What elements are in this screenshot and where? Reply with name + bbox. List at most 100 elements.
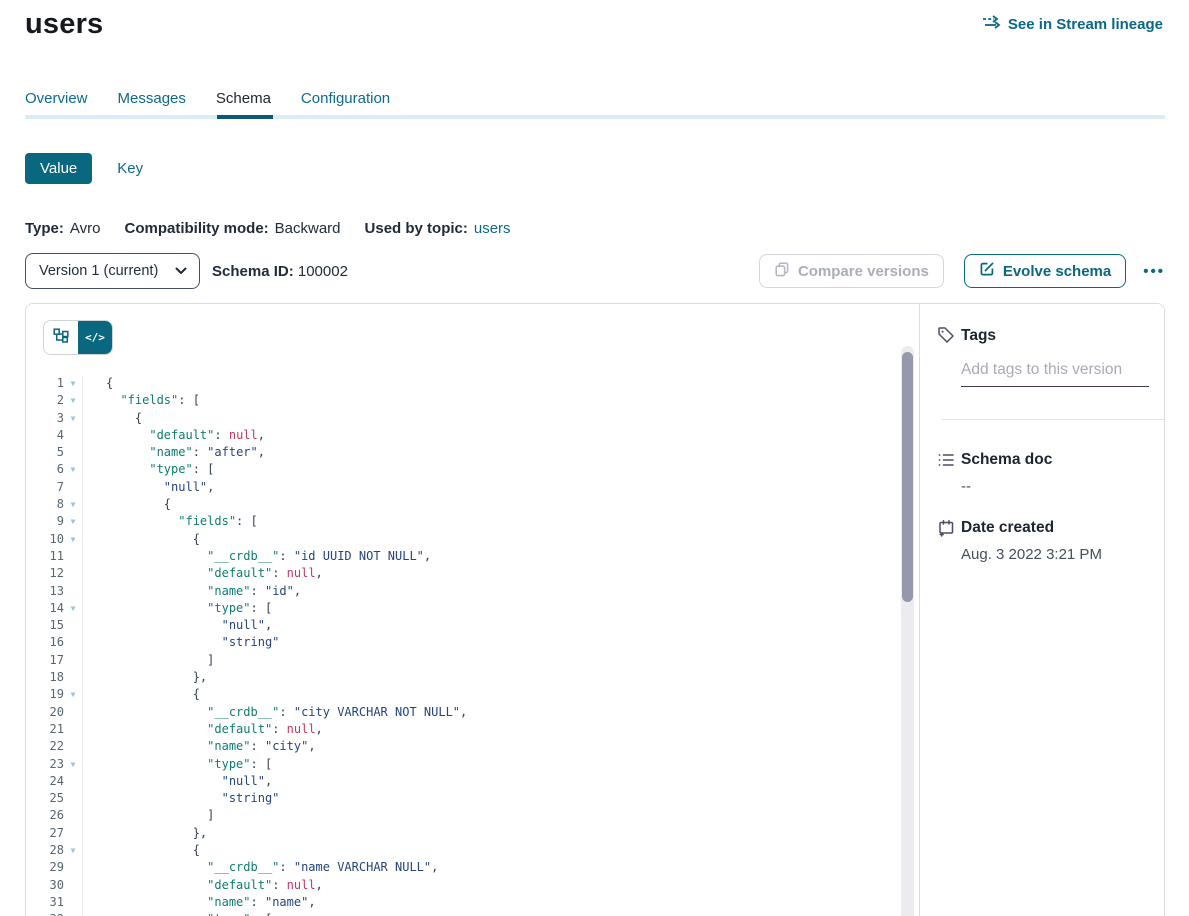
line-number: 21 [26, 721, 64, 738]
compare-versions-button[interactable]: Compare versions [759, 254, 944, 288]
schema-info-sidebar: Tags Schema doc -- [920, 304, 1164, 916]
line-number: 4 [26, 427, 64, 444]
code-line: 31 "name": "name", [26, 894, 899, 911]
fold-toggle-icon[interactable]: ▼ [64, 461, 82, 478]
code-line: 11 "__crdb__": "id UUID NOT NULL", [26, 548, 899, 565]
schema-doc-heading: Schema doc [961, 451, 1052, 469]
see-in-stream-lineage-link[interactable]: See in Stream lineage [982, 15, 1163, 33]
code-line: 17 ] [26, 652, 899, 669]
schema-doc-value: -- [961, 478, 971, 495]
code-lines: 1▼{2▼ "fields": [3▼ {4 "default": null,5… [26, 375, 899, 916]
line-number: 28 [26, 842, 64, 859]
tab-overview[interactable]: Overview [25, 90, 88, 107]
schema-controls-row: Version 1 (current) Schema ID: 100002 Co… [25, 253, 1165, 289]
code-text: "null", [82, 773, 272, 790]
code-line: 30 "default": null, [26, 877, 899, 894]
code-view-button[interactable]: </> [78, 321, 112, 354]
line-number: 20 [26, 704, 64, 721]
fold-toggle-icon[interactable]: ▼ [64, 410, 82, 427]
code-line: 10▼ { [26, 531, 899, 548]
fold-toggle-icon[interactable]: ▼ [64, 911, 82, 916]
fold-toggle-icon[interactable]: ▼ [64, 513, 82, 530]
fold-toggle-icon[interactable]: ▼ [64, 686, 82, 703]
value-toggle-button[interactable]: Value [25, 153, 92, 184]
fold-toggle-icon[interactable]: ▼ [64, 496, 82, 513]
line-number: 25 [26, 790, 64, 807]
type-label: Type: [25, 220, 64, 237]
more-options-button[interactable]: ••• [1143, 263, 1165, 280]
line-number: 9 [26, 513, 64, 530]
fold-toggle-icon[interactable]: ▼ [64, 600, 82, 617]
line-number: 16 [26, 634, 64, 651]
tree-view-icon [53, 328, 69, 348]
tags-input[interactable] [961, 359, 1149, 387]
code-line: 1▼{ [26, 375, 899, 392]
code-line: 6▼ "type": [ [26, 461, 899, 478]
evolve-schema-button[interactable]: Evolve schema [964, 254, 1126, 288]
schema-doc-icon [937, 451, 955, 469]
code-text: { [82, 686, 200, 703]
code-line: 21 "default": null, [26, 721, 899, 738]
editor-scrollbar-track[interactable] [901, 346, 914, 916]
line-number: 8 [26, 496, 64, 513]
key-toggle-link[interactable]: Key [117, 160, 143, 177]
edit-icon [979, 261, 995, 281]
line-number: 1 [26, 375, 64, 392]
line-number: 5 [26, 444, 64, 461]
schema-code-editor[interactable]: </> 1▼{2▼ "fields": [3▼ {4 "default": nu… [26, 304, 920, 916]
code-text: "type": [ [82, 600, 272, 617]
line-number: 18 [26, 669, 64, 686]
fold-toggle-icon[interactable]: ▼ [64, 392, 82, 409]
editor-scrollbar-thumb[interactable] [902, 352, 913, 602]
fold-toggle-icon[interactable]: ▼ [64, 531, 82, 548]
code-text: "default": null, [82, 427, 265, 444]
type-value: Avro [70, 220, 101, 237]
version-select-value: Version 1 (current) [39, 263, 158, 279]
fold-toggle-icon[interactable]: ▼ [64, 842, 82, 859]
compare-versions-label: Compare versions [798, 263, 929, 280]
code-text: ] [82, 652, 214, 669]
fold-toggle-icon[interactable]: ▼ [64, 756, 82, 773]
code-text: "name": "id", [82, 583, 301, 600]
code-text: "__crdb__": "id UUID NOT NULL", [82, 548, 431, 565]
line-number: 10 [26, 531, 64, 548]
code-line: 25 "string" [26, 790, 899, 807]
fold-spacer [64, 652, 82, 669]
code-text: "name": "name", [82, 894, 316, 911]
compatibility-label: Compatibility mode: [124, 220, 268, 237]
tab-schema[interactable]: Schema [216, 90, 271, 107]
schema-page: users See in Stream lineage Overview Mess… [0, 0, 1189, 916]
code-text: "type": [ [82, 756, 272, 773]
fold-spacer [64, 894, 82, 911]
code-text: "name": "after", [82, 444, 265, 461]
code-text: { [82, 375, 113, 392]
fold-spacer [64, 617, 82, 634]
line-number: 7 [26, 479, 64, 496]
tab-underline-track [25, 115, 1165, 119]
tab-configuration[interactable]: Configuration [301, 90, 390, 107]
code-line: 4 "default": null, [26, 427, 899, 444]
code-line: 19▼ { [26, 686, 899, 703]
code-line: 16 "string" [26, 634, 899, 651]
schema-detail-panel: </> 1▼{2▼ "fields": [3▼ {4 "default": nu… [25, 303, 1165, 916]
code-text: "fields": [ [82, 392, 200, 409]
fold-spacer [64, 877, 82, 894]
schema-id: Schema ID: 100002 [212, 263, 348, 280]
fold-toggle-icon[interactable]: ▼ [64, 375, 82, 392]
tree-view-button[interactable] [44, 321, 78, 354]
code-line: 3▼ { [26, 410, 899, 427]
schema-id-label: Schema ID: [212, 263, 294, 280]
tab-messages[interactable]: Messages [118, 90, 186, 107]
value-key-toggle: Value Key [25, 153, 143, 184]
code-text: { [82, 842, 200, 859]
schema-meta-row: Type: Avro Compatibility mode: Backward … [25, 220, 511, 237]
date-created-heading: Date created [961, 519, 1054, 537]
code-text: "null", [82, 617, 272, 634]
version-select[interactable]: Version 1 (current) [25, 253, 200, 289]
topic-link[interactable]: users [474, 220, 511, 237]
code-text: "__crdb__": "city VARCHAR NOT NULL", [82, 704, 467, 721]
line-number: 3 [26, 410, 64, 427]
stream-lineage-icon [982, 15, 1001, 33]
fold-spacer [64, 704, 82, 721]
line-number: 11 [26, 548, 64, 565]
